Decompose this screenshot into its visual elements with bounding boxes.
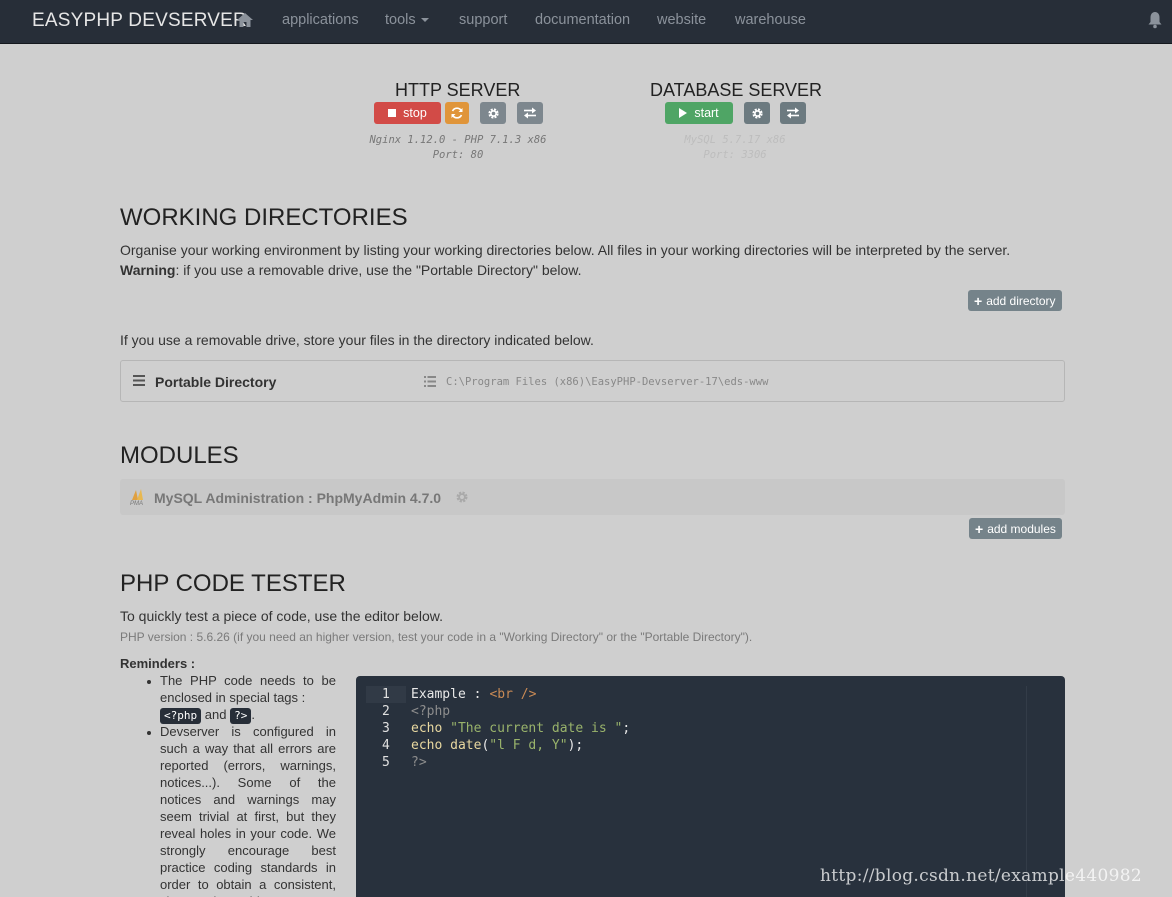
exchange-icon — [524, 107, 536, 119]
code-line-5: ?> — [411, 754, 427, 771]
line-number: 4 — [382, 738, 390, 753]
code-punct: ; — [622, 721, 631, 736]
code-line-1: Example : <br /> — [411, 686, 536, 703]
menu-icon — [133, 375, 145, 386]
working-directories-description: Organise your working environment by lis… — [120, 242, 1011, 258]
php-open-tag: <?php — [160, 708, 202, 724]
code-punct: ); — [567, 738, 584, 753]
brand-logo[interactable]: EASYPHP DEVSERVER — [32, 10, 247, 32]
tag-and-text: and — [204, 707, 227, 722]
code-line-2: <?php — [411, 703, 450, 720]
nav-applications[interactable]: applications — [282, 12, 359, 28]
line-number: 1 — [382, 687, 390, 702]
code-php-close: ?> — [411, 755, 427, 770]
nav-support[interactable]: support — [459, 12, 507, 28]
nav-tools-label: tools — [385, 12, 416, 28]
nav-website[interactable]: website — [657, 12, 706, 28]
exchange-icon — [787, 107, 799, 119]
play-icon — [679, 108, 688, 118]
watermark: http://blog.csdn.net/example440982 — [820, 866, 1142, 886]
warning-text: : if you use a removable drive, use the … — [175, 262, 582, 278]
http-stop-label: stop — [403, 106, 427, 120]
code-tester-intro: To quickly test a piece of code, use the… — [120, 608, 443, 624]
nav-tools[interactable]: tools — [385, 12, 429, 28]
plus-icon: + — [975, 520, 984, 537]
reminder-php-tags-text: The PHP code needs to be enclosed in spe… — [160, 673, 336, 705]
http-restart-button[interactable] — [445, 102, 469, 124]
working-directories-warning: Warning: if you use a removable drive, u… — [120, 262, 582, 278]
code-string: "The current date is " — [450, 721, 623, 736]
pma-logo-text: PMA — [130, 501, 144, 507]
db-start-button[interactable]: start — [665, 102, 733, 124]
portable-directory-path: C:\Program Files (x86)\EasyPHP-Devserver… — [446, 376, 769, 388]
navbar: EASYPHP DEVSERVER applications tools sup… — [0, 0, 1172, 44]
php-close-tag: ?> — [230, 708, 252, 724]
db-port: Port: 3306 — [703, 149, 767, 161]
module-phpmyadmin[interactable]: PMA MySQL Administration : PhpMyAdmin 4.… — [120, 479, 1065, 515]
nav-documentation[interactable]: documentation — [535, 12, 630, 28]
http-server-title: HTTP SERVER — [395, 80, 521, 100]
code-php-open: <?php — [411, 704, 451, 719]
module-name: MySQL Administration : PhpMyAdmin 4.7.0 — [154, 490, 442, 506]
line-number: 3 — [382, 721, 390, 736]
db-version: MySQL 5.7.17 x86 — [684, 134, 786, 146]
db-settings-button[interactable] — [744, 102, 770, 124]
chevron-down-icon — [420, 18, 429, 23]
list-icon — [424, 376, 436, 387]
removable-drive-note: If you use a removable drive, store your… — [120, 332, 594, 348]
http-settings-button[interactable] — [480, 102, 506, 124]
http-version: Nginx 1.12.0 - PHP 7.1.3 x86 — [369, 134, 547, 146]
phpmyadmin-logo-icon: PMA — [130, 488, 148, 508]
bullet-icon — [147, 680, 151, 684]
db-server-title: DATABASE SERVER — [650, 80, 823, 100]
db-switch-button[interactable] — [780, 102, 806, 124]
nav-warehouse[interactable]: warehouse — [735, 12, 806, 28]
code-string: "l F d, Y" — [489, 738, 568, 753]
php-code-tester-title: PHP CODE TESTER — [120, 570, 346, 597]
db-info: MySQL 5.7.17 x86 Port: 3306 — [655, 133, 815, 163]
code-editor[interactable]: 1 2 3 4 5 Example : <br /> <?php echo "Th… — [356, 676, 1065, 897]
code-text: Example : — [411, 687, 482, 702]
code-keyword: echo — [411, 721, 443, 736]
working-directories-title: WORKING DIRECTORIES — [120, 204, 408, 231]
bell-icon[interactable] — [1147, 11, 1163, 29]
add-modules-button[interactable]: + add modules — [969, 518, 1062, 539]
http-info: Nginx 1.12.0 - PHP 7.1.3 x86 Port: 80 — [350, 133, 566, 163]
http-switch-button[interactable] — [517, 102, 543, 124]
gear-icon — [751, 107, 763, 119]
db-start-label: start — [694, 106, 719, 120]
code-keyword: echo date — [411, 738, 482, 753]
modules-title: MODULES — [120, 442, 239, 469]
plus-icon: + — [974, 292, 983, 309]
portable-directory-row[interactable]: Portable Directory C:\Program Files (x86… — [120, 360, 1065, 402]
refresh-icon — [451, 107, 463, 119]
warning-label: Warning — [120, 262, 176, 278]
add-modules-label: add modules — [987, 521, 1056, 536]
code-html-tag: <br /> — [489, 687, 537, 702]
line-number: 5 — [382, 755, 390, 770]
gear-icon[interactable] — [455, 490, 469, 504]
home-icon[interactable] — [236, 11, 254, 29]
add-directory-label: add directory — [986, 293, 1056, 308]
gear-icon — [487, 107, 499, 119]
reminders-title: Reminders : — [120, 656, 196, 671]
reminder-php-tags: The PHP code needs to be enclosed in spe… — [160, 673, 336, 724]
code-line-4: echo date("l F d, Y"); — [411, 737, 583, 754]
code-line-3: echo "The current date is "; — [411, 720, 630, 737]
portable-directory-label: Portable Directory — [155, 374, 277, 390]
stop-icon — [388, 109, 397, 117]
http-port: Port: 80 — [432, 149, 484, 161]
add-directory-button[interactable]: + add directory — [968, 290, 1062, 311]
reminder-errors: Devserver is configured in such a way th… — [160, 724, 336, 897]
php-version-note: PHP version : 5.6.26 (if you need an hig… — [120, 630, 753, 644]
line-number: 2 — [382, 704, 390, 719]
http-stop-button[interactable]: stop — [374, 102, 441, 124]
bullet-icon — [147, 731, 151, 735]
